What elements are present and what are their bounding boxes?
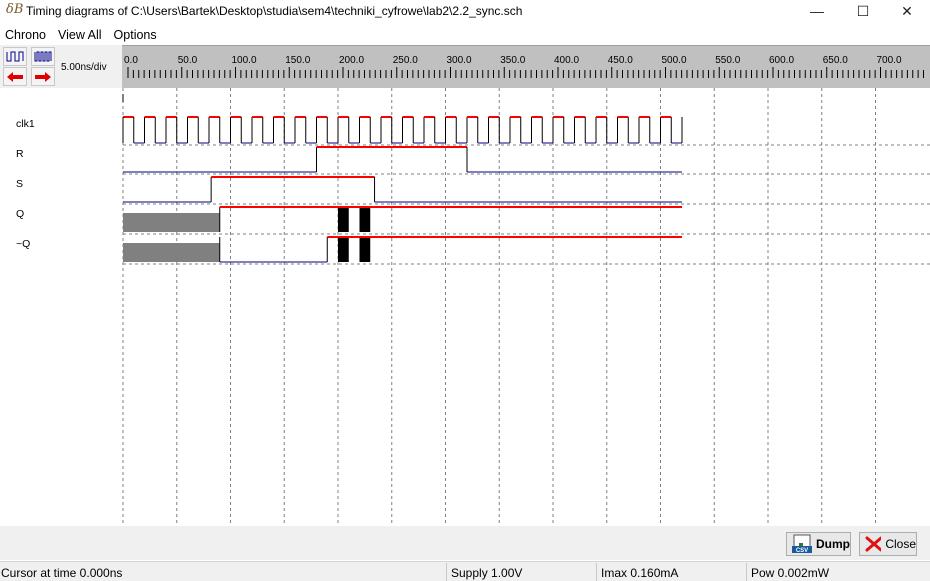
ruler-tick-label: 550.0 (715, 55, 740, 66)
scroll-left-button[interactable] (3, 67, 27, 86)
ruler-tick-label: 600.0 (769, 55, 794, 66)
button-bar: CSV Dump Close (0, 526, 930, 560)
zoom-in-icon (34, 51, 52, 62)
ruler-tick-label: 250.0 (393, 55, 418, 66)
ruler-tick-label: 50.0 (178, 55, 198, 66)
glitch-block (359, 208, 371, 232)
waveform-plot (122, 88, 930, 526)
status-divider (746, 563, 747, 581)
imax-status: Imax 0.160mA (601, 566, 679, 580)
power-status: Pow 0.002mW (751, 566, 830, 580)
minimize-button[interactable]: — (794, 0, 840, 22)
unknown-state-block (123, 213, 220, 232)
glitch-block (338, 238, 349, 262)
ruler-tick-label: 0.0 (124, 55, 138, 66)
dump-label: Dump (816, 537, 850, 551)
dump-button[interactable]: CSV Dump (786, 532, 851, 556)
scroll-right-icon (35, 71, 51, 82)
zoom-out-icon (6, 51, 24, 62)
ruler-tick-label: 400.0 (554, 55, 579, 66)
red-x-icon (865, 536, 882, 552)
ruler-tick-label: 500.0 (662, 55, 687, 66)
close-window-button[interactable]: ✕ (884, 0, 930, 22)
window-title: Timing diagrams of C:\Users\Bartek\Deskt… (26, 4, 523, 18)
ruler-tick-label: 200.0 (339, 55, 364, 66)
zoom-out-button[interactable] (3, 47, 27, 66)
ruler-tick-label: 650.0 (823, 55, 848, 66)
menu-bar: Chrono View All Options (0, 26, 930, 44)
menu-view-all[interactable]: View All (53, 26, 109, 44)
ruler-ticks: 0.0 50.0 100.0 150.0 200.0 250.0 300.0 350.0 400… (124, 55, 924, 78)
svg-text:CSV: CSV (796, 548, 808, 554)
zoom-in-button[interactable] (31, 47, 55, 66)
title-bar: δB Timing diagrams of C:\Users\Bartek\De… (0, 0, 930, 22)
status-divider (596, 563, 597, 581)
supply-status: Supply 1.00V (451, 566, 523, 580)
app-logo-icon: δB (6, 2, 24, 17)
scroll-left-icon (7, 71, 23, 82)
ruler-tick-label: 100.0 (232, 55, 257, 66)
ruler-tick-label: 150.0 (285, 55, 310, 66)
menu-options[interactable]: Options (109, 26, 164, 44)
time-ruler[interactable]: 0.0 50.0 100.0 150.0 200.0 250.0 300.0 350.0 400… (122, 45, 930, 88)
ruler-tick-label: 350.0 (500, 55, 525, 66)
scroll-right-button[interactable] (31, 67, 55, 86)
glitch-block (359, 238, 371, 262)
menu-chrono[interactable]: Chrono (0, 26, 53, 44)
status-bar: Cursor at time 0.000ns Supply 1.00V Imax… (0, 561, 930, 581)
glitch-block (338, 208, 349, 232)
ruler-tick-label: 700.0 (877, 55, 902, 66)
time-scale-label: 5.00ns/div (61, 62, 107, 73)
status-divider (446, 563, 447, 581)
waveform-area[interactable] (0, 88, 930, 526)
close-label: Close (885, 537, 916, 551)
maximize-button[interactable]: ☐ (840, 0, 886, 22)
close-button[interactable]: Close (859, 532, 917, 556)
ruler-tick-label: 300.0 (447, 55, 472, 66)
ruler-tick-label: 450.0 (608, 55, 633, 66)
cursor-time-status: Cursor at time 0.000ns (1, 566, 123, 580)
unknown-state-block (123, 243, 220, 262)
csv-icon: CSV (792, 534, 812, 554)
